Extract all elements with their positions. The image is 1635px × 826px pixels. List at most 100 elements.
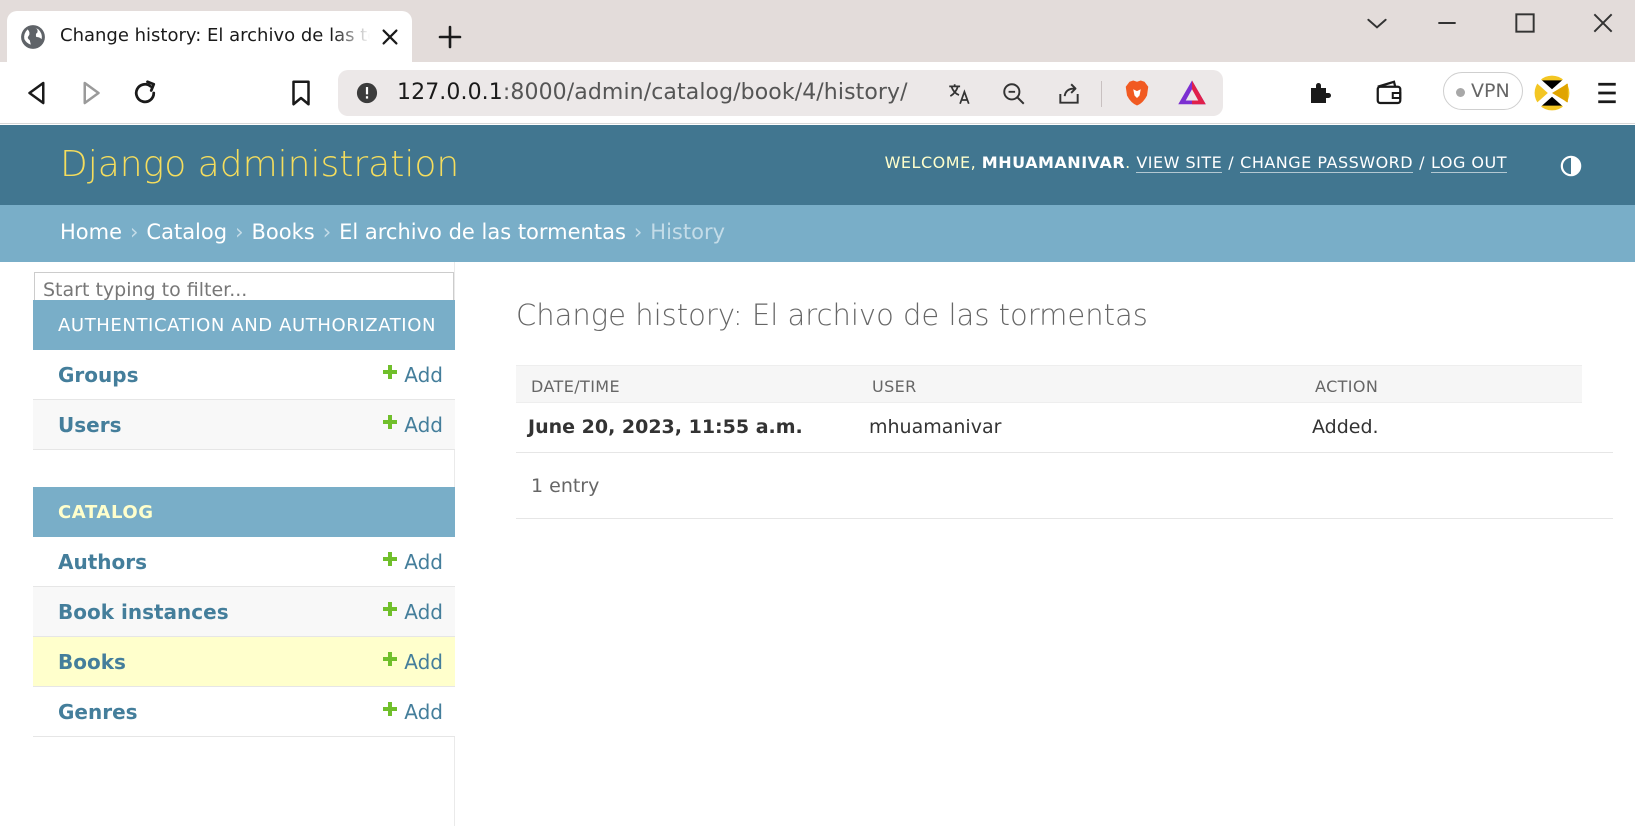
column-header-user: User — [872, 377, 917, 396]
module-caption-label: Catalog — [58, 502, 154, 523]
add-books-link[interactable]: Add — [382, 650, 443, 674]
column-header-datetime: Date/time — [531, 377, 621, 396]
theme-toggle-icon[interactable] — [1560, 155, 1582, 177]
cell-datetime: June 20, 2023, 11:55 a.m. — [528, 416, 803, 438]
sidebar-item-books: Books Add — [33, 637, 455, 687]
breadcrumb-catalog[interactable]: Catalog — [146, 220, 227, 244]
browser-toolbar: 127.0.0.1:8000/admin/catalog/book/4/hist… — [0, 62, 1635, 124]
add-plus-icon — [383, 365, 398, 379]
model-link-books[interactable]: Books — [58, 650, 126, 674]
reload-icon[interactable] — [130, 78, 160, 108]
module-caption-auth[interactable]: Authentication and Authorization — [33, 300, 455, 350]
back-icon[interactable] — [22, 78, 52, 108]
breadcrumb-home[interactable]: Home — [60, 220, 122, 244]
add-authors-link[interactable]: Add — [382, 550, 443, 574]
add-label: Add — [404, 363, 443, 387]
module-caption-catalog[interactable]: Catalog — [33, 487, 455, 537]
add-plus-icon — [383, 652, 398, 666]
add-users-link[interactable]: Add — [382, 413, 443, 437]
browser-tab-active[interactable]: Change history: El archivo de las tormen… — [7, 11, 412, 62]
model-link-authors[interactable]: Authors — [58, 550, 147, 574]
vpn-button[interactable]: VPN — [1443, 72, 1523, 110]
sidebar-item-groups: Groups Add — [33, 350, 455, 400]
sidebar-item-authors: Authors Add — [33, 537, 455, 587]
url-path: :8000/admin/catalog/book/4/history/ — [502, 80, 908, 105]
maximize-icon[interactable] — [1512, 10, 1538, 36]
add-genres-link[interactable]: Add — [382, 700, 443, 724]
model-link-genres[interactable]: Genres — [58, 700, 138, 724]
nav-sidebar: Authentication and Authorization Groups … — [33, 262, 455, 826]
model-link-book-instances[interactable]: Book instances — [58, 600, 229, 624]
column-header-action: Action — [1315, 377, 1379, 396]
entry-count: 1 entry — [531, 475, 600, 497]
url-host: 127.0.0.1 — [397, 80, 503, 105]
add-plus-icon — [383, 552, 398, 566]
add-label: Add — [404, 650, 443, 674]
breadcrumb-separator: › — [322, 220, 332, 244]
table-header: Date/time User Action — [516, 365, 1582, 403]
forward-icon[interactable] — [76, 78, 106, 108]
vpn-status-dot — [1456, 88, 1465, 97]
breadcrumb-books[interactable]: Books — [251, 220, 314, 244]
add-plus-icon — [383, 602, 398, 616]
view-site-link[interactable]: View site — [1136, 153, 1223, 173]
site-branding[interactable]: Django administration — [60, 144, 459, 185]
cell-action: Added. — [1312, 416, 1379, 438]
table-row: June 20, 2023, 11:55 a.m. mhuamanivar Ad… — [516, 403, 1613, 453]
admin-header: Django administration Welcome, mhuamaniv… — [0, 125, 1635, 205]
add-groups-link[interactable]: Add — [382, 363, 443, 387]
paginator: 1 entry — [516, 452, 1613, 519]
brave-rewards-icon[interactable] — [1176, 78, 1208, 108]
sidebar-item-users: Users Add — [33, 400, 455, 450]
welcome-text: Welcome, — [884, 153, 982, 172]
extensions-puzzle-icon[interactable] — [1306, 78, 1336, 108]
add-label: Add — [404, 413, 443, 437]
module-caption-label: Authentication and Authorization — [58, 315, 437, 336]
page-title: Change history: El archivo de las tormen… — [516, 298, 1148, 332]
browser-tab-strip: Change history: El archivo de las tormen… — [0, 0, 1635, 62]
close-tab-icon[interactable] — [379, 26, 401, 48]
window-close-icon[interactable] — [1590, 10, 1616, 36]
site-info-icon[interactable] — [356, 82, 378, 104]
profile-avatar-icon[interactable] — [1533, 74, 1571, 112]
address-bar[interactable]: 127.0.0.1:8000/admin/catalog/book/4/hist… — [338, 70, 1223, 116]
tab-search-chevron-icon[interactable] — [1364, 10, 1390, 36]
vpn-label: VPN — [1471, 80, 1510, 102]
translate-icon[interactable] — [946, 81, 972, 107]
change-password-link[interactable]: Change password — [1240, 153, 1414, 173]
breadcrumb-separator: › — [235, 220, 244, 244]
add-book-instances-link[interactable]: Add — [382, 600, 443, 624]
welcome-period: . — [1125, 153, 1131, 172]
share-icon[interactable] — [1056, 81, 1082, 107]
new-tab-plus-icon[interactable] — [438, 25, 462, 49]
zoom-out-icon[interactable] — [1001, 81, 1027, 107]
sidebar-item-book-instances: Book instances Add — [33, 587, 455, 637]
globe-icon — [21, 25, 45, 49]
cell-user: mhuamanivar — [869, 416, 1002, 438]
tab-title: Change history: El archivo de las tormen… — [60, 25, 370, 46]
model-link-users[interactable]: Users — [58, 413, 121, 437]
add-label: Add — [404, 600, 443, 624]
breadcrumb: Home › Catalog › Books › El archivo de las tor… — [0, 205, 1635, 262]
username: mhuamanivar — [981, 153, 1126, 172]
breadcrumb-current: History — [650, 220, 726, 244]
minimize-icon[interactable] — [1434, 10, 1460, 36]
add-label: Add — [404, 700, 443, 724]
toolbar-divider — [1101, 81, 1102, 107]
usertools-separator: / — [1419, 153, 1425, 172]
wallet-icon[interactable] — [1374, 78, 1404, 108]
sidebar-item-genres: Genres Add — [33, 687, 455, 737]
usertools-separator: / — [1228, 153, 1235, 172]
user-tools: Welcome, mhuamanivar. View site / Change p… — [884, 153, 1507, 173]
breadcrumb-separator: › — [633, 220, 643, 244]
breadcrumb-separator: › — [130, 220, 139, 244]
bookmark-icon[interactable] — [286, 78, 316, 108]
log-out-link[interactable]: Log out — [1431, 153, 1507, 173]
add-label: Add — [404, 550, 443, 574]
add-plus-icon — [383, 415, 398, 429]
brave-shields-icon[interactable] — [1122, 78, 1152, 108]
main-menu-icon[interactable] — [1592, 78, 1622, 108]
breadcrumb-book-object[interactable]: El archivo de las tormentas — [339, 220, 626, 244]
model-link-groups[interactable]: Groups — [58, 363, 138, 387]
url-text[interactable]: 127.0.0.1:8000/admin/catalog/book/4/hist… — [397, 80, 908, 105]
